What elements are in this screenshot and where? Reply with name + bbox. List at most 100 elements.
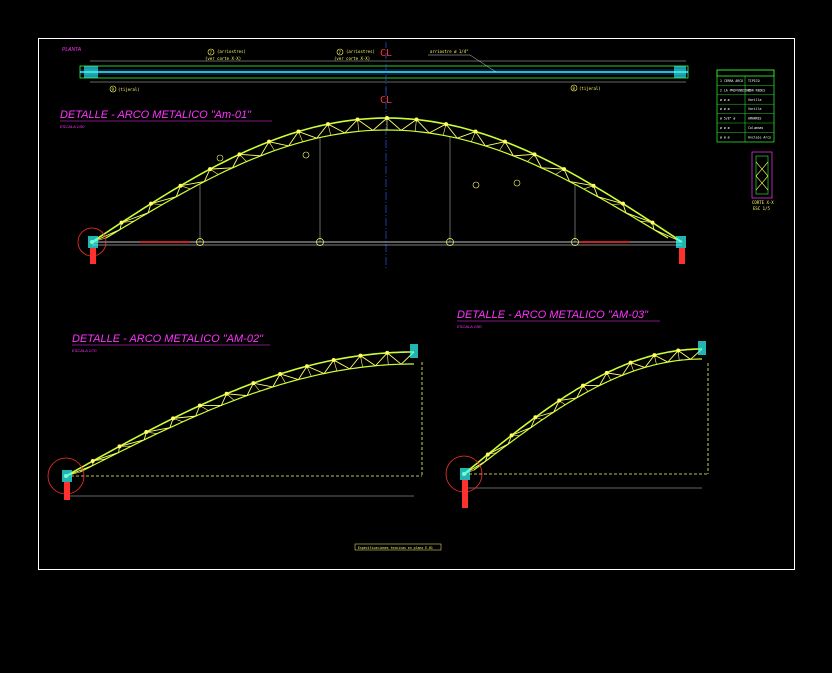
am01-diagonal bbox=[357, 119, 374, 131]
svg-text:arriostre ø 1/4": arriostre ø 1/4" bbox=[430, 49, 469, 54]
legend-row-label: ø ø ø bbox=[720, 126, 730, 130]
am01-cl-symbol: CL bbox=[380, 95, 392, 106]
plan-support-left bbox=[84, 66, 98, 78]
svg-text:8: 8 bbox=[573, 86, 576, 91]
am02-title: DETALLE - ARCO METALICO "AM-02" bbox=[72, 333, 264, 345]
am03-scale: ESCALA 1/50 bbox=[457, 324, 482, 329]
legend-row-value: Columnas bbox=[748, 126, 763, 130]
am02-post bbox=[199, 405, 209, 411]
svg-text:(arriostres): (arriostres) bbox=[217, 49, 246, 54]
am03-post bbox=[559, 400, 566, 406]
arch-am01: DETALLE - ARCO METALICO "Am-01" ESCALA 1… bbox=[60, 88, 392, 270]
legend-row-value: Anclaje Arco bbox=[748, 135, 771, 139]
am02-support bbox=[62, 470, 72, 482]
legend-row-value: AMARRES bbox=[748, 117, 762, 121]
legend-row-value: Varilla bbox=[748, 98, 762, 102]
plan-label: PLANTA bbox=[62, 47, 82, 53]
am01-post bbox=[239, 154, 247, 162]
legend-row-label: 1 CERRA ARCO bbox=[720, 79, 743, 83]
am01-support-left bbox=[88, 236, 98, 248]
am01-post bbox=[555, 168, 565, 175]
am03-top-support bbox=[698, 341, 706, 355]
footer-note: Especificaciones tecnicas en plano E-01 bbox=[354, 543, 442, 551]
am03-support bbox=[460, 468, 470, 480]
am03-diagonal bbox=[654, 354, 669, 363]
am02-diagonal bbox=[386, 352, 402, 365]
plan-tag: 7 (arriostres) (ver corte X-X) bbox=[205, 48, 246, 61]
legend-row-label: ø ø ø bbox=[720, 135, 730, 139]
svg-text:7: 7 bbox=[210, 50, 213, 55]
am02-diagonal bbox=[360, 355, 376, 367]
am01-diagonal bbox=[150, 196, 177, 205]
am02-post bbox=[172, 418, 183, 423]
am01-tag-circle bbox=[302, 151, 310, 159]
legend-row-value: TIPICO bbox=[748, 79, 760, 83]
am02-bottom-chord bbox=[79, 363, 414, 473]
am01-tag-circle bbox=[216, 154, 224, 162]
am01-diagonal bbox=[327, 123, 346, 134]
am03-post bbox=[582, 385, 589, 392]
am01-diagonal bbox=[386, 117, 402, 131]
cad-drawing: PLANTA CL 7 (arriostres) (ver corte X-X)… bbox=[38, 38, 795, 570]
am03-top-chord bbox=[463, 348, 702, 475]
am03-title: DETALLE - ARCO METALICO "AM-03" bbox=[457, 309, 649, 321]
legend-row-label: ø ø ø bbox=[720, 107, 730, 111]
am03-column bbox=[462, 480, 468, 508]
section-label: CORTE X-X bbox=[752, 200, 774, 205]
am01-column-right bbox=[679, 248, 685, 264]
am01-tag-circle bbox=[513, 179, 521, 187]
am01-post bbox=[209, 168, 219, 175]
am01-post bbox=[583, 185, 594, 190]
legend-row-label: ø 5/8" ø bbox=[720, 117, 735, 121]
am01-title: DETALLE - ARCO METALICO "Am-01" bbox=[60, 109, 252, 121]
am03-diagonal bbox=[630, 362, 646, 368]
svg-text:(ver corte X-X): (ver corte X-X) bbox=[334, 56, 370, 61]
am01-diagonal bbox=[428, 123, 447, 134]
am01-tag-circle bbox=[472, 181, 480, 189]
am03-diagonal bbox=[606, 372, 623, 376]
am01-diagonal bbox=[513, 153, 535, 157]
svg-text:9: 9 bbox=[112, 87, 115, 92]
am01-diagonal bbox=[239, 153, 261, 157]
am01-diagonal bbox=[485, 141, 506, 147]
am02-column bbox=[64, 482, 70, 500]
am01-column-left bbox=[90, 248, 96, 264]
plan-support-right bbox=[674, 66, 686, 78]
am02-top-chord bbox=[65, 351, 414, 477]
plan-tag: 8 (tijeral) bbox=[570, 84, 601, 92]
am03-post bbox=[606, 372, 612, 381]
am02-top-support bbox=[410, 344, 418, 358]
section-scale: ESC 1/5 bbox=[753, 206, 770, 211]
arch-am02: DETALLE - ARCO METALICO "AM-02" ESCALA 1… bbox=[72, 333, 270, 353]
plan-view: PLANTA CL 7 (arriostres) (ver corte X-X)… bbox=[62, 42, 689, 93]
am01-diagonal bbox=[268, 141, 289, 147]
plan-tag: arriostre ø 1/4" bbox=[428, 49, 497, 73]
legend-row-value: Varilla bbox=[748, 107, 762, 111]
section-detail: CORTE X-X ESC 1/5 bbox=[751, 151, 774, 211]
am01-diagonal bbox=[372, 117, 388, 131]
am01-support-right bbox=[676, 236, 686, 248]
legend-table: 1 CERRA ARCO TIPICO 2 LA PROFUNDIDADPOR RE… bbox=[716, 69, 775, 143]
am01-diagonal bbox=[298, 131, 317, 139]
footer-note-text: Especificaciones tecnicas en plano E-01 bbox=[358, 546, 433, 550]
am02-diagonal bbox=[226, 393, 248, 397]
am03-bottom-chord bbox=[473, 358, 702, 471]
am01-diagonal bbox=[400, 119, 417, 131]
svg-text:(arriostres): (arriostres) bbox=[346, 49, 375, 54]
legend-row-label: ø ø ø bbox=[720, 98, 730, 102]
plan-tag: 7 (arriostres) (ver corte X-X) bbox=[334, 48, 375, 61]
am01-diagonal bbox=[457, 131, 476, 139]
am02-diagonal bbox=[375, 352, 388, 367]
arch-am03: DETALLE - ARCO METALICO "AM-03" ESCALA 1… bbox=[457, 309, 660, 329]
svg-text:7: 7 bbox=[339, 50, 342, 55]
am01-post bbox=[180, 185, 191, 190]
am03-diagonal bbox=[677, 350, 691, 360]
svg-text:(ver corte X-X): (ver corte X-X) bbox=[205, 56, 241, 61]
svg-text:(tijeral): (tijeral) bbox=[579, 86, 601, 91]
plan-tag: 9 (tijeral) bbox=[109, 85, 140, 93]
legend-row-value: POR REDES bbox=[748, 88, 765, 92]
am02-scale: ESCALA 1/70 bbox=[72, 348, 97, 353]
svg-text:(tijeral): (tijeral) bbox=[118, 87, 140, 92]
am01-post bbox=[527, 154, 535, 162]
am01-scale: ESCALA 1/50 bbox=[60, 124, 85, 129]
